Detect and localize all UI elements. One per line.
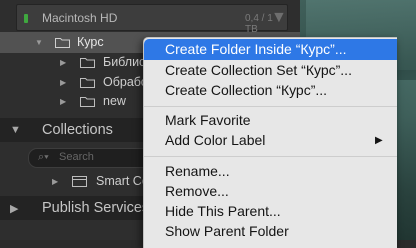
menu-item-label: Rename... [165,163,230,179]
menu-item-label: Add Color Label [165,132,266,148]
search-icon: ⌕▾ [38,151,49,163]
collection-set-icon [72,176,87,187]
folder-label: Библис [103,55,146,69]
collections-title: Collections [42,122,113,138]
menu-item-mark-favorite[interactable]: Mark Favorite [144,110,397,131]
folder-icon [80,78,95,88]
menu-separator [144,156,397,157]
folder-label: Курс [77,35,104,49]
collapse-triangle-icon[interactable]: ▼ [271,9,287,27]
menu-item-label: Create Collection Set “Курс”... [165,62,352,78]
folder-icon [80,97,95,107]
collapsed-triangle-icon[interactable]: ▶ [60,97,66,106]
collapsed-triangle-icon[interactable]: ▶ [60,78,66,87]
menu-item-label: Create Collection “Курс”... [165,82,328,98]
volume-header[interactable]: Macintosh HD 0,4 / 1 TB ▼ [16,4,288,35]
menu-item-add-color-label[interactable]: Add Color Label ▶ [144,130,397,151]
context-menu: Create Folder Inside “Курс”... Create Co… [143,37,397,248]
chevron-right-icon: ▶ [375,135,383,146]
folder-label: new [103,94,126,108]
folder-label: Обрабс [103,75,148,89]
menu-item-rename[interactable]: Rename... [144,161,397,182]
menu-item-create-collection-set[interactable]: Create Collection Set “Курс”... [144,60,397,81]
folder-icon [55,38,70,48]
menu-item-remove[interactable]: Remove... [144,181,397,202]
folder-icon [80,58,95,68]
volume-name: Macintosh HD [42,11,118,25]
menu-item-label: Create Folder Inside “Курс”... [165,41,347,57]
publish-services-title: Publish Services [42,200,150,216]
collapsed-triangle-icon[interactable]: ▶ [52,177,58,186]
collection-label: Smart Co [96,174,149,188]
menu-item-label: Remove... [165,183,229,199]
collapsed-triangle-icon[interactable]: ▶ [60,58,66,67]
menu-separator [144,106,397,107]
expanded-triangle-icon[interactable]: ▼ [10,124,21,136]
menu-item-hide-this-parent[interactable]: Hide This Parent... [144,201,397,222]
menu-item-show-parent-folder[interactable]: Show Parent Folder [144,221,397,242]
expanded-triangle-icon[interactable]: ▼ [35,38,43,47]
menu-item-label: Hide This Parent... [165,203,281,219]
volume-status-indicator [24,14,28,23]
menu-item-label: Show Parent Folder [165,223,289,239]
collapsed-triangle-icon[interactable]: ▶ [10,202,18,215]
menu-item-create-collection[interactable]: Create Collection “Курс”... [144,80,397,101]
menu-item-create-folder-inside[interactable]: Create Folder Inside “Курс”... [144,39,397,60]
search-placeholder: Search [59,151,94,163]
menu-item-label: Mark Favorite [165,112,251,128]
